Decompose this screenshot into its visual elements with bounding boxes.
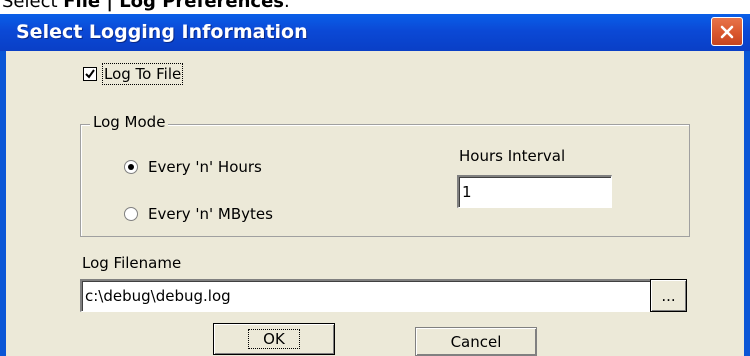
caption-suffix: .	[284, 0, 290, 12]
browse-button-label: ...	[661, 286, 676, 305]
every-n-mbytes-radio[interactable]	[124, 207, 138, 221]
log-to-file-checkbox[interactable]	[83, 67, 97, 81]
caption-prefix: Select	[2, 0, 64, 12]
dialog-title: Select Logging Information	[16, 21, 308, 43]
cancel-button-label: Cancel	[450, 332, 502, 351]
ok-button[interactable]: OK	[213, 323, 335, 355]
title-bar[interactable]: Select Logging Information	[0, 14, 750, 51]
every-n-mbytes-label[interactable]: Every 'n' MBytes	[148, 205, 273, 223]
every-n-hours-radio[interactable]	[124, 160, 138, 174]
caption-menu-path: File | Log Preferences	[63, 0, 285, 12]
instruction-caption: Select File | Log Preferences.	[0, 0, 750, 14]
every-n-hours-label[interactable]: Every 'n' Hours	[148, 158, 262, 176]
close-icon	[720, 25, 734, 38]
close-button[interactable]	[711, 17, 743, 46]
hours-interval-label: Hours Interval	[459, 147, 566, 165]
ok-button-label: OK	[248, 329, 300, 349]
logging-dialog: Select Logging Information Log To File L…	[0, 14, 750, 356]
checkmark-icon	[85, 69, 95, 79]
screenshot: Select File | Log Preferences. Select Lo…	[0, 0, 750, 356]
log-mode-legend: Log Mode	[90, 113, 169, 131]
browse-button[interactable]: ...	[650, 279, 687, 312]
cancel-button[interactable]: Cancel	[415, 327, 537, 356]
radio-selected-dot	[128, 164, 134, 170]
caption-text: Select File | Log Preferences.	[2, 0, 290, 12]
log-filename-label: Log Filename	[82, 254, 182, 272]
log-to-file-label[interactable]: Log To File	[101, 63, 184, 85]
log-filename-input[interactable]: c:\debug\debug.log	[80, 279, 669, 312]
hours-interval-input[interactable]: 1	[457, 175, 612, 208]
dialog-body: Log To File Log Mode Every 'n' Hours Eve…	[6, 51, 744, 356]
